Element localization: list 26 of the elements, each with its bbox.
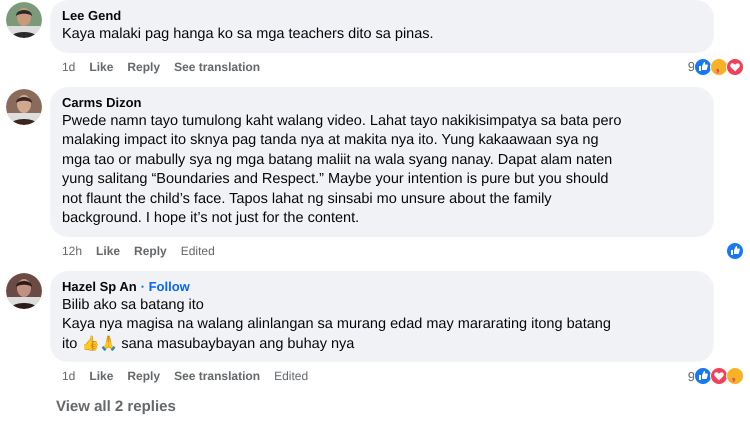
follow-link[interactable]: · Follow: [140, 278, 190, 294]
timestamp[interactable]: 1d: [62, 60, 76, 74]
action-link[interactable]: See translation: [174, 60, 260, 74]
comment-text: Pwede namn tayo tumulong kaht walang video. Lahat tayo nakikisimpatya sa bata pero malaking impact ito sknya pag tanda nya at makita nya ito. Yung kakaawaan sya ng mga tao or mabully sya ng mga batang maliit na wala syang nanay. Dapat alam naten yung salitang “Boundaries and Respect.” Maybe your intention is pure but you should not flaunt the child’s face. Tapos lahat ng sinsabi mo unsure about the family background. I hope it’s not just for the content.: [62, 112, 622, 228]
edited-label: Edited: [274, 369, 308, 383]
author-name[interactable]: Hazel Sp An: [62, 278, 137, 294]
action-link[interactable]: Like: [96, 244, 120, 258]
action-link[interactable]: Reply: [134, 244, 167, 258]
like-icon: [694, 367, 712, 385]
like-icon: [694, 58, 712, 76]
comment-text: Bilib ako sa batang ito Kaya nya magisa na walang alinlangan sa murang edad may mararating itong batang ito 👍🙏 sana masubaybayan ang buhay nya: [62, 296, 612, 354]
timestamp[interactable]: 1d: [62, 369, 76, 383]
reaction-count[interactable]: 9: [688, 59, 695, 74]
author-name[interactable]: Carms Dizon: [62, 94, 142, 110]
timestamp[interactable]: 12h: [62, 244, 82, 258]
reaction-count[interactable]: 9: [688, 368, 695, 384]
action-link[interactable]: Reply: [127, 60, 160, 74]
view-replies-link[interactable]: View all 2 replies: [56, 398, 750, 415]
comment-text: Kaya malaki pag hanga ko sa mga teachers dito sa pinas.: [62, 25, 435, 44]
like-icon: [726, 242, 744, 260]
edited-label: Edited: [180, 244, 215, 258]
action-link[interactable]: Reply: [127, 369, 160, 383]
action-link[interactable]: Like: [89, 369, 114, 383]
author-name[interactable]: Lee Gend: [62, 8, 122, 23]
action-link[interactable]: Like: [89, 60, 114, 74]
action-link[interactable]: See translation: [174, 369, 260, 383]
